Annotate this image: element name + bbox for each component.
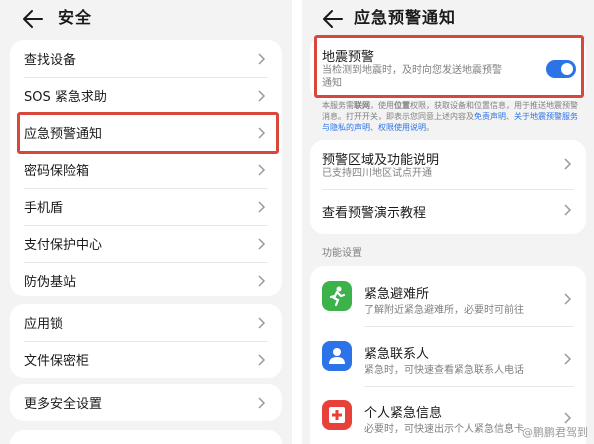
emergency-alert-screen: 应急预警通知 地震预警 当检测到地震时，及时向您发送地震预警 通知 本服务需联网… — [302, 0, 594, 444]
settings-item-payment-protection[interactable]: 支付保护中心 — [10, 225, 282, 262]
image-divider — [292, 0, 302, 444]
notice-text: 消息。打开开关，即表示您同意上述内容及 — [322, 112, 474, 121]
settings-item-label: 密码保险箱 — [24, 164, 90, 179]
notice-text: 本服务需 — [322, 101, 354, 110]
feature-title: 紧急联系人 — [364, 347, 430, 362]
feature-subtitle: 必要时，可快速出示个人紧急信息卡 — [364, 424, 524, 435]
settings-item-label: 应用锁 — [24, 317, 64, 332]
running-person-icon — [322, 281, 352, 311]
chevron-right-icon — [258, 275, 266, 287]
chevron-right-icon — [564, 293, 572, 305]
settings-item-label: 更多安全设置 — [24, 397, 103, 412]
notice-text: ，使用 — [370, 101, 394, 110]
feature-subtitle: 紧急时，可快速查看紧急联系人电话 — [364, 365, 524, 376]
alert-area-item[interactable]: 预警区域及功能说明 已支持四川地区试点开通 — [310, 140, 586, 188]
chevron-right-icon — [564, 412, 572, 424]
highlight-box — [17, 112, 279, 154]
settings-item-phone-shield[interactable]: 手机盾 — [10, 188, 282, 225]
contact-person-icon — [322, 341, 352, 371]
chevron-right-icon — [258, 90, 266, 102]
settings-item-label: 支付保护中心 — [24, 238, 103, 253]
settings-item-file-safe[interactable]: 文件保密柜 — [10, 341, 282, 378]
notice-line-2: 消息。打开开关，即表示您同意上述内容及免责声明、关于地震预警服务 — [322, 111, 584, 122]
alert-area-sub: 已支持四川地区试点开通 — [322, 168, 432, 179]
permission-usage-link[interactable]: 权限使用说明 — [378, 123, 426, 132]
chevron-right-icon — [258, 238, 266, 250]
alert-area-title: 预警区域及功能说明 — [322, 153, 440, 168]
settings-item-password-vault[interactable]: 密码保险箱 — [10, 151, 282, 188]
settings-group-2: 应用锁 文件保密柜 — [10, 304, 282, 378]
chevron-right-icon — [258, 201, 266, 213]
header: 安全 — [0, 0, 292, 38]
notice-text: 。 — [426, 123, 434, 132]
security-settings-screen: 安全 查找设备 SOS 紧急求助 应急预警通知 密码保险箱 手机盾 支付保护中心 — [0, 0, 292, 444]
chevron-right-icon — [258, 164, 266, 176]
chevron-right-icon — [258, 317, 266, 329]
settings-item-label: 手机盾 — [24, 201, 64, 216]
demo-tutorial-item[interactable]: 查看预警演示教程 — [310, 190, 586, 230]
feature-contact-item[interactable]: 紧急联系人 紧急时，可快速查看紧急联系人电话 — [310, 326, 586, 382]
privacy-statement-link[interactable]: 与隐私的声明 — [322, 123, 370, 132]
settings-item-label: 查找设备 — [24, 53, 77, 68]
settings-group-4 — [10, 430, 282, 444]
highlight-box — [314, 35, 584, 98]
chevron-right-icon — [258, 354, 266, 366]
settings-item-find-device[interactable]: 查找设备 — [10, 40, 282, 77]
chevron-right-icon — [564, 204, 572, 216]
feature-subtitle: 了解附近紧急避难所，必要时可前往 — [364, 305, 524, 316]
back-arrow-icon[interactable] — [322, 8, 344, 30]
chevron-right-icon — [258, 397, 266, 409]
back-arrow-icon[interactable] — [22, 8, 44, 30]
settings-item-label: 文件保密柜 — [24, 354, 90, 369]
watermark: @鹏鹏君驾到 — [522, 426, 588, 439]
feature-title: 紧急避难所 — [364, 287, 430, 302]
settings-item-fake-base-station[interactable]: 防伪基站 — [10, 262, 282, 299]
chevron-right-icon — [564, 353, 572, 365]
feature-settings-card: 紧急避难所 了解附近紧急避难所，必要时可前往 紧急联系人 紧急时，可快速查看紧急… — [310, 266, 586, 444]
notice-text: 、 — [370, 123, 378, 132]
settings-item-app-lock[interactable]: 应用锁 — [10, 304, 282, 341]
alert-info-card: 预警区域及功能说明 已支持四川地区试点开通 查看预警演示教程 — [310, 140, 586, 234]
header: 应急预警通知 — [302, 0, 594, 38]
notice-line-1: 本服务需联网，使用位置权限，获取设备和位置信息，用于推送地震预警 — [322, 100, 584, 111]
feature-title: 个人紧急信息 — [364, 406, 443, 421]
settings-group-3: 更多安全设置 — [10, 384, 282, 421]
medical-cross-icon — [322, 400, 352, 430]
settings-item-label: SOS 紧急求助 — [24, 90, 107, 105]
settings-group-1: 查找设备 SOS 紧急求助 应急预警通知 密码保险箱 手机盾 支付保护中心 防伪… — [10, 40, 282, 296]
settings-item-sos[interactable]: SOS 紧急求助 — [10, 77, 282, 114]
chevron-right-icon — [564, 158, 572, 170]
notice-bold: 位置 — [394, 101, 410, 110]
disclaimer-link[interactable]: 免责声明 — [474, 112, 506, 121]
notice-line-3: 与隐私的声明、权限使用说明。 — [322, 122, 584, 133]
demo-tutorial-title: 查看预警演示教程 — [322, 206, 427, 221]
notice-text: 、 — [506, 112, 514, 121]
section-title: 功能设置 — [322, 248, 362, 259]
settings-item-label: 防伪基站 — [24, 275, 77, 290]
privacy-statement-link[interactable]: 关于地震预警服务 — [514, 112, 578, 121]
settings-item-more-security[interactable]: 更多安全设置 — [10, 384, 282, 421]
page-title: 应急预警通知 — [354, 8, 457, 27]
page-title: 安全 — [58, 8, 93, 27]
service-notice: 本服务需联网，使用位置权限，获取设备和位置信息，用于推送地震预警 消息。打开开关… — [322, 100, 584, 133]
notice-bold: 联网 — [354, 101, 370, 110]
chevron-right-icon — [258, 53, 266, 65]
feature-shelter-item[interactable]: 紧急避难所 了解附近紧急避难所，必要时可前往 — [310, 266, 586, 322]
notice-text: 权限，获取设备和位置信息，用于推送地震预警 — [410, 101, 578, 110]
